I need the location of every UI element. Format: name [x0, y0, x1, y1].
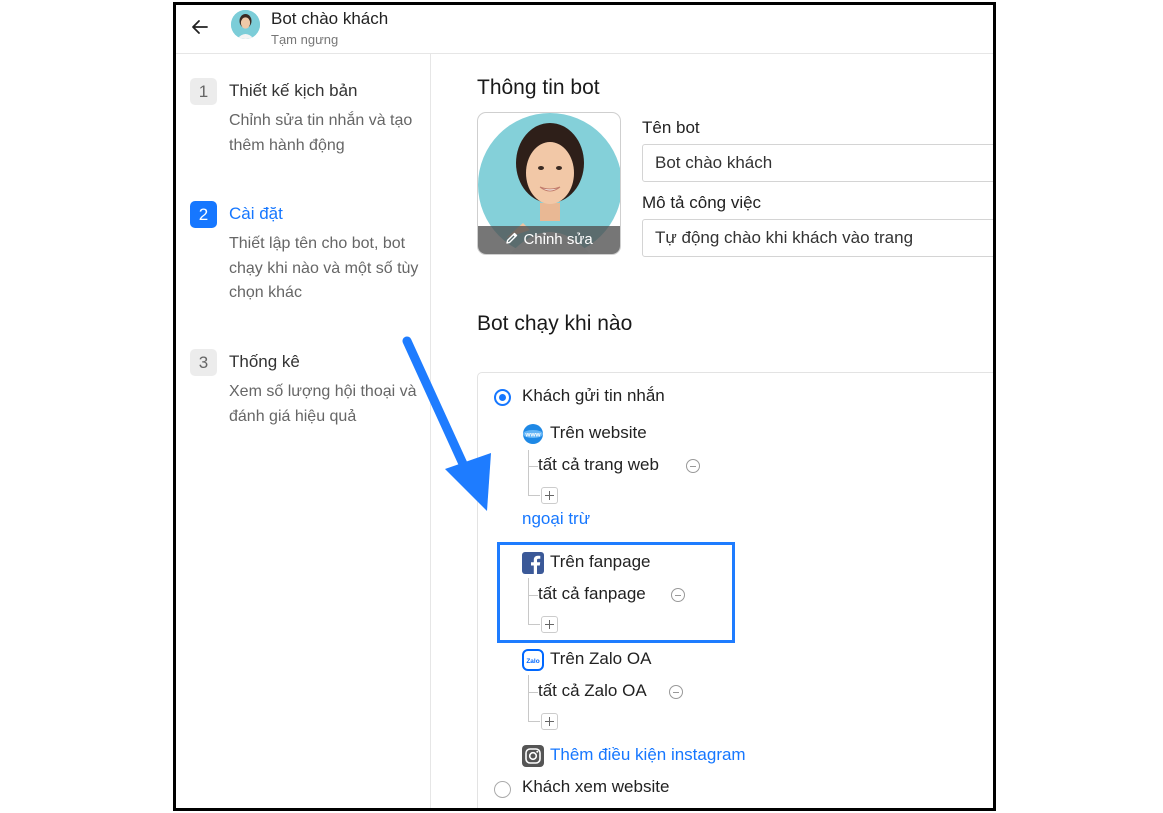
- condition-all-zalo[interactable]: tất cả Zalo OA: [538, 681, 647, 701]
- bot-status: Tạm ngưng: [271, 32, 339, 47]
- edit-photo-button[interactable]: Chỉnh sửa: [478, 226, 620, 254]
- tree-line: [528, 692, 538, 693]
- tree-line: [528, 495, 540, 496]
- step-number: 2: [190, 201, 217, 228]
- annotation-arrow-icon: [402, 336, 491, 511]
- settings-panel: Thông tin bot Chỉnh sửa Tên bot Bot chào…: [432, 54, 993, 808]
- svg-text:Zalo: Zalo: [526, 658, 539, 665]
- step-description: Xem số lượng hội thoại và đánh giá hiệu …: [229, 383, 417, 425]
- step-title: Cài đặt: [229, 204, 283, 223]
- job-description-input[interactable]: Tự động chào khi khách vào trang: [642, 219, 993, 257]
- header: Bot chào khách Tạm ngưng: [176, 5, 993, 54]
- except-link[interactable]: ngoại trừ: [522, 509, 590, 529]
- step-title: Thiết kế kịch bản: [229, 81, 358, 100]
- steps-sidebar: 1 Thiết kế kịch bản Chỉnh sửa tin nhắn v…: [176, 54, 431, 808]
- bot-info-heading: Thông tin bot: [477, 76, 600, 99]
- bot-title: Bot chào khách: [271, 9, 389, 28]
- fanpage-highlight-box: [497, 542, 735, 643]
- step-title: Thống kê: [229, 352, 300, 371]
- step-number: 1: [190, 78, 217, 105]
- step-description: Thiết lập tên cho bot, bot chạy khi nào …: [229, 235, 419, 301]
- add-instagram-condition-link[interactable]: Thêm điều kiện instagram: [550, 745, 746, 765]
- website-label: Trên website: [550, 423, 647, 442]
- bot-name-label: Tên bot: [642, 118, 700, 137]
- bot-name-input[interactable]: Bot chào khách: [642, 144, 993, 182]
- edit-photo-label: Chỉnh sửa: [523, 231, 593, 248]
- svg-text:www: www: [524, 432, 541, 439]
- tree-line: [528, 466, 538, 467]
- www-globe-icon: www: [523, 424, 543, 444]
- instagram-icon: [522, 745, 544, 767]
- back-arrow-icon[interactable]: [188, 15, 212, 39]
- job-description-label: Mô tả công việc: [642, 193, 762, 212]
- radio-customer-views-website[interactable]: [494, 781, 511, 798]
- bot-photo: Chỉnh sửa: [477, 112, 621, 255]
- bot-run-when-heading: Bot chạy khi nào: [477, 312, 633, 335]
- tree-line: [528, 721, 540, 722]
- zalo-icon: Zalo: [522, 649, 544, 671]
- app-window: Bot chào khách Tạm ngưng 1 Thiết kế kịch…: [173, 2, 996, 811]
- step-description: Chỉnh sửa tin nhắn và tạo thêm hành động: [229, 112, 413, 154]
- remove-condition-icon[interactable]: [669, 685, 683, 699]
- zalo-label: Trên Zalo OA: [550, 649, 652, 668]
- tree-line: [528, 675, 529, 721]
- step-number: 3: [190, 349, 217, 376]
- condition-all-websites[interactable]: tất cả trang web: [538, 455, 659, 475]
- bot-avatar: [231, 10, 260, 39]
- pencil-icon: [506, 232, 518, 244]
- tree-line: [528, 450, 529, 496]
- add-zalo-condition-icon[interactable]: [541, 713, 558, 730]
- option-customer-sends-message[interactable]: Khách gửi tin nhắn: [522, 386, 665, 406]
- option-customer-views-website[interactable]: Khách xem website: [522, 777, 669, 797]
- remove-condition-icon[interactable]: [686, 459, 700, 473]
- add-website-condition-icon[interactable]: [541, 487, 558, 504]
